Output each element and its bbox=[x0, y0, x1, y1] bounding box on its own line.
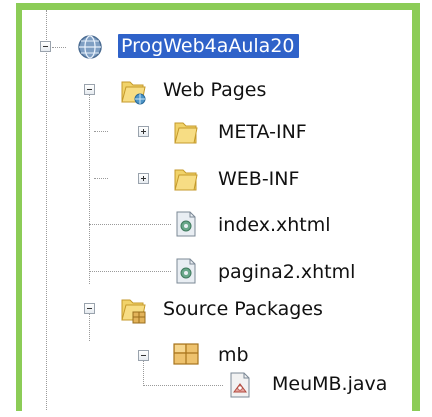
expand-meta-inf-toggle[interactable] bbox=[138, 126, 149, 137]
source-packages-icon bbox=[121, 299, 146, 324]
tree-guide-line bbox=[89, 311, 90, 341]
pagina2-xhtml-label[interactable]: pagina2.xhtml bbox=[218, 260, 355, 284]
tree-guide-line bbox=[89, 94, 90, 284]
tree-guide-line bbox=[94, 131, 108, 132]
globe-project-icon bbox=[78, 35, 102, 59]
project-label[interactable]: ProgWeb4aAula20 bbox=[118, 34, 299, 58]
collapse-project-toggle[interactable] bbox=[40, 41, 51, 52]
source-packages-label[interactable]: Source Packages bbox=[163, 297, 323, 321]
web-pages-label[interactable]: Web Pages bbox=[163, 78, 266, 102]
collapse-source-packages-toggle[interactable] bbox=[84, 303, 95, 314]
expand-web-inf-toggle[interactable] bbox=[138, 173, 149, 184]
tree-guide-line bbox=[94, 178, 108, 179]
meta-inf-label[interactable]: META-INF bbox=[218, 120, 307, 144]
folder-icon bbox=[174, 122, 198, 144]
meumb-java-label[interactable]: MeuMB.java bbox=[272, 372, 387, 396]
package-icon bbox=[173, 343, 199, 365]
folder-icon bbox=[174, 169, 198, 191]
tree-guide-line bbox=[143, 358, 144, 386]
project-tree-panel: ProgWeb4aAula20 Web Pages META-INF WEB-I… bbox=[16, 3, 420, 411]
tree-guide-line bbox=[143, 385, 223, 386]
xhtml-file-icon bbox=[176, 211, 196, 237]
web-inf-label[interactable]: WEB-INF bbox=[218, 167, 299, 191]
tree-guide-line bbox=[46, 10, 47, 410]
collapse-mb-package-toggle[interactable] bbox=[138, 350, 149, 361]
collapse-web-pages-toggle[interactable] bbox=[84, 84, 95, 95]
tree-guide-line bbox=[89, 271, 171, 272]
index-xhtml-label[interactable]: index.xhtml bbox=[218, 213, 331, 237]
xhtml-file-icon bbox=[176, 258, 196, 284]
web-pages-folder-icon bbox=[121, 81, 146, 105]
java-file-icon bbox=[230, 372, 250, 398]
tree-guide-line bbox=[89, 224, 171, 225]
mb-package-label[interactable]: mb bbox=[218, 343, 249, 367]
tree-guide-line bbox=[52, 47, 66, 48]
